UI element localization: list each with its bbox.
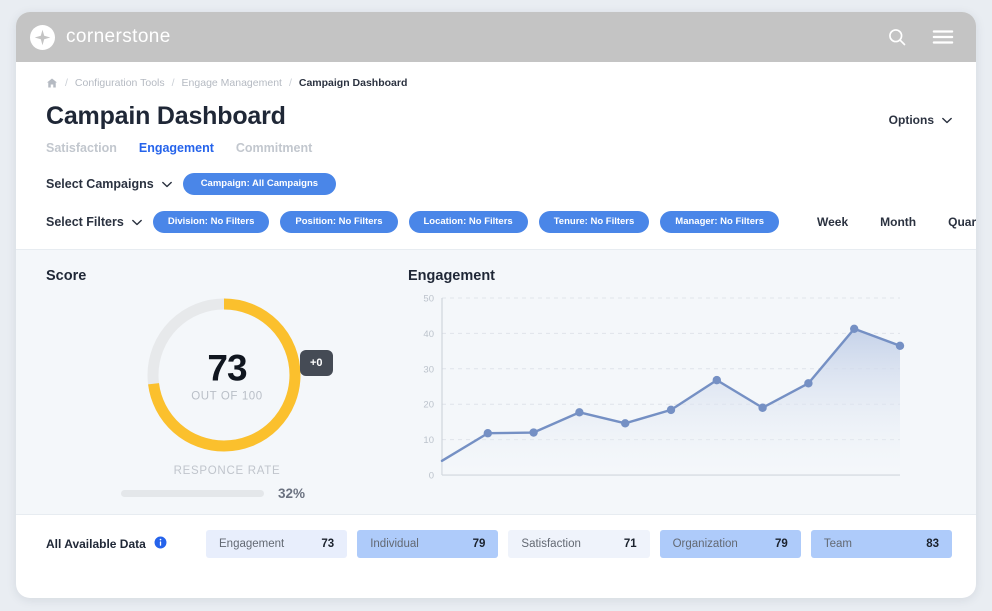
select-campaigns-dropdown[interactable]: Select Campaigns xyxy=(46,177,172,191)
dashboard-panel: Score 73 OUT OF 100 +0 RESPONCE RATE 32% xyxy=(16,249,976,515)
score-delta-badge: +0 xyxy=(300,350,333,376)
tab-satisfaction[interactable]: Satisfaction xyxy=(46,141,117,155)
chip-position-filter[interactable]: Position: No Filters xyxy=(280,211,398,233)
metric-organization-value: 79 xyxy=(775,537,788,550)
chart-data-point[interactable] xyxy=(804,379,813,388)
top-navigation-bar: cornerstone xyxy=(16,12,976,62)
engagement-area-chart: 0 10 20 30 40 50 xyxy=(408,290,948,500)
chart-y-tick-label: 40 xyxy=(423,329,434,340)
chart-y-tick-label: 20 xyxy=(423,400,434,411)
breadcrumb: / Configuration Tools / Engage Managemen… xyxy=(16,62,976,89)
period-selector: Week Month Quarter Year Lifetime xyxy=(801,208,976,236)
score-gauge-ring xyxy=(147,298,301,452)
tab-engagement[interactable]: Engagement xyxy=(139,141,214,155)
engagement-panel: Engagement 0 10 20 30 40 50 xyxy=(408,250,976,514)
metric-engagement[interactable]: Engagement 73 xyxy=(206,529,348,558)
brand-logo[interactable]: cornerstone xyxy=(30,24,171,50)
metric-organization-label: Organization xyxy=(672,537,738,550)
app-window: cornerstone / Configuration Tools / Enga… xyxy=(16,12,976,598)
chip-location-filter[interactable]: Location: No Filters xyxy=(408,211,528,233)
chevron-down-icon xyxy=(131,215,142,229)
metric-individual-label: Individual xyxy=(370,537,419,550)
score-panel: Score 73 OUT OF 100 +0 RESPONCE RATE 32% xyxy=(16,250,408,514)
filters-area: Select Campaigns Campaign: All Campaigns… xyxy=(16,155,976,236)
engagement-panel-heading: Engagement xyxy=(408,268,496,284)
metric-engagement-label: Engagement xyxy=(219,537,285,550)
breadcrumb-separator-2: / xyxy=(171,77,175,89)
chip-campaign-all-campaigns[interactable]: Campaign: All Campaigns xyxy=(182,173,337,195)
chip-manager-filter[interactable]: Manager: No Filters xyxy=(660,211,779,233)
breadcrumb-item-engage-management[interactable]: Engage Management xyxy=(182,77,282,89)
period-quarter[interactable]: Quarter xyxy=(932,208,976,236)
response-rate-label: RESPONCE RATE xyxy=(173,465,281,477)
brand-name: cornerstone xyxy=(66,26,171,47)
select-filters-dropdown[interactable]: Select Filters xyxy=(46,215,142,229)
score-panel-heading: Score xyxy=(46,268,87,284)
chevron-down-icon xyxy=(942,113,952,127)
options-button-label: Options xyxy=(888,113,934,127)
section-tabs: Satisfaction Engagement Commitment xyxy=(46,141,889,155)
filters-row: Select Filters Division: No Filters Posi… xyxy=(46,208,976,236)
tab-commitment[interactable]: Commitment xyxy=(236,141,312,155)
page-header: Campain Dashboard Satisfaction Engagemen… xyxy=(16,89,976,155)
chart-data-point[interactable] xyxy=(621,419,630,428)
response-rate-progress-bar xyxy=(121,490,264,497)
info-icon[interactable] xyxy=(154,536,167,552)
chart-y-tick-label: 0 xyxy=(429,471,434,482)
metrics-footer: All Available Data Engagement 73 Individ… xyxy=(16,515,976,572)
chevron-down-icon xyxy=(161,177,172,191)
chip-tenure-filter[interactable]: Tenure: No Filters xyxy=(538,211,650,233)
search-icon[interactable] xyxy=(887,27,907,47)
metric-satisfaction-value: 71 xyxy=(623,537,637,550)
metric-team-label: Team xyxy=(823,537,852,550)
period-week[interactable]: Week xyxy=(801,208,864,236)
topbar-actions xyxy=(887,27,954,47)
campaign-filter-row: Select Campaigns Campaign: All Campaigns xyxy=(46,173,952,195)
chart-data-point[interactable] xyxy=(666,405,676,415)
all-available-data-label: All Available Data xyxy=(46,536,146,551)
chart-y-tick-label: 50 xyxy=(423,294,434,305)
metric-satisfaction[interactable]: Satisfaction 71 xyxy=(508,529,650,558)
chart-y-tick-label: 10 xyxy=(423,435,434,446)
chart-y-tick-label: 30 xyxy=(423,364,434,375)
chart-data-point[interactable] xyxy=(575,408,584,417)
metric-organization[interactable]: Organization 79 xyxy=(659,529,801,558)
metric-team-value: 83 xyxy=(926,537,940,550)
breadcrumb-separator-1: / xyxy=(65,77,68,89)
page-header-left: Campain Dashboard Satisfaction Engagemen… xyxy=(16,89,889,155)
engagement-chart-svg: 0 10 20 30 40 50 xyxy=(423,294,905,482)
metric-satisfaction-label: Satisfaction xyxy=(521,537,581,550)
chart-data-point[interactable] xyxy=(850,324,859,333)
select-campaigns-label: Select Campaigns xyxy=(46,177,154,191)
period-month[interactable]: Month xyxy=(864,208,932,236)
breadcrumb-item-configuration-tools[interactable]: Configuration Tools xyxy=(75,77,165,89)
chart-area-fill xyxy=(442,328,900,475)
chip-division-filter[interactable]: Division: No Filters xyxy=(152,211,270,233)
chart-data-point[interactable] xyxy=(895,341,905,350)
metric-engagement-value: 73 xyxy=(321,537,335,550)
metric-team[interactable]: Team 83 xyxy=(810,529,953,558)
metric-individual[interactable]: Individual 79 xyxy=(357,529,499,558)
score-gauge: 73 OUT OF 100 +0 xyxy=(46,288,408,463)
home-icon[interactable] xyxy=(46,77,58,89)
chart-data-point[interactable] xyxy=(483,429,492,438)
response-rate-row: 32% xyxy=(46,486,408,501)
metric-individual-value: 79 xyxy=(472,537,486,550)
page-title: Campain Dashboard xyxy=(46,102,286,130)
select-filters-label: Select Filters xyxy=(46,215,124,229)
response-rate-value: 32% xyxy=(278,486,306,501)
all-available-data: All Available Data xyxy=(46,536,196,552)
cornerstone-star-logo-icon xyxy=(30,24,55,50)
chart-data-point[interactable] xyxy=(529,428,538,437)
hamburger-menu-icon[interactable] xyxy=(932,28,954,46)
options-button[interactable]: Options xyxy=(889,113,952,127)
breadcrumb-item-campaign-dashboard: Campaign Dashboard xyxy=(298,77,408,89)
breadcrumb-separator-3: / xyxy=(288,77,292,89)
chart-data-point[interactable] xyxy=(758,403,767,412)
chart-data-point[interactable] xyxy=(712,375,721,385)
